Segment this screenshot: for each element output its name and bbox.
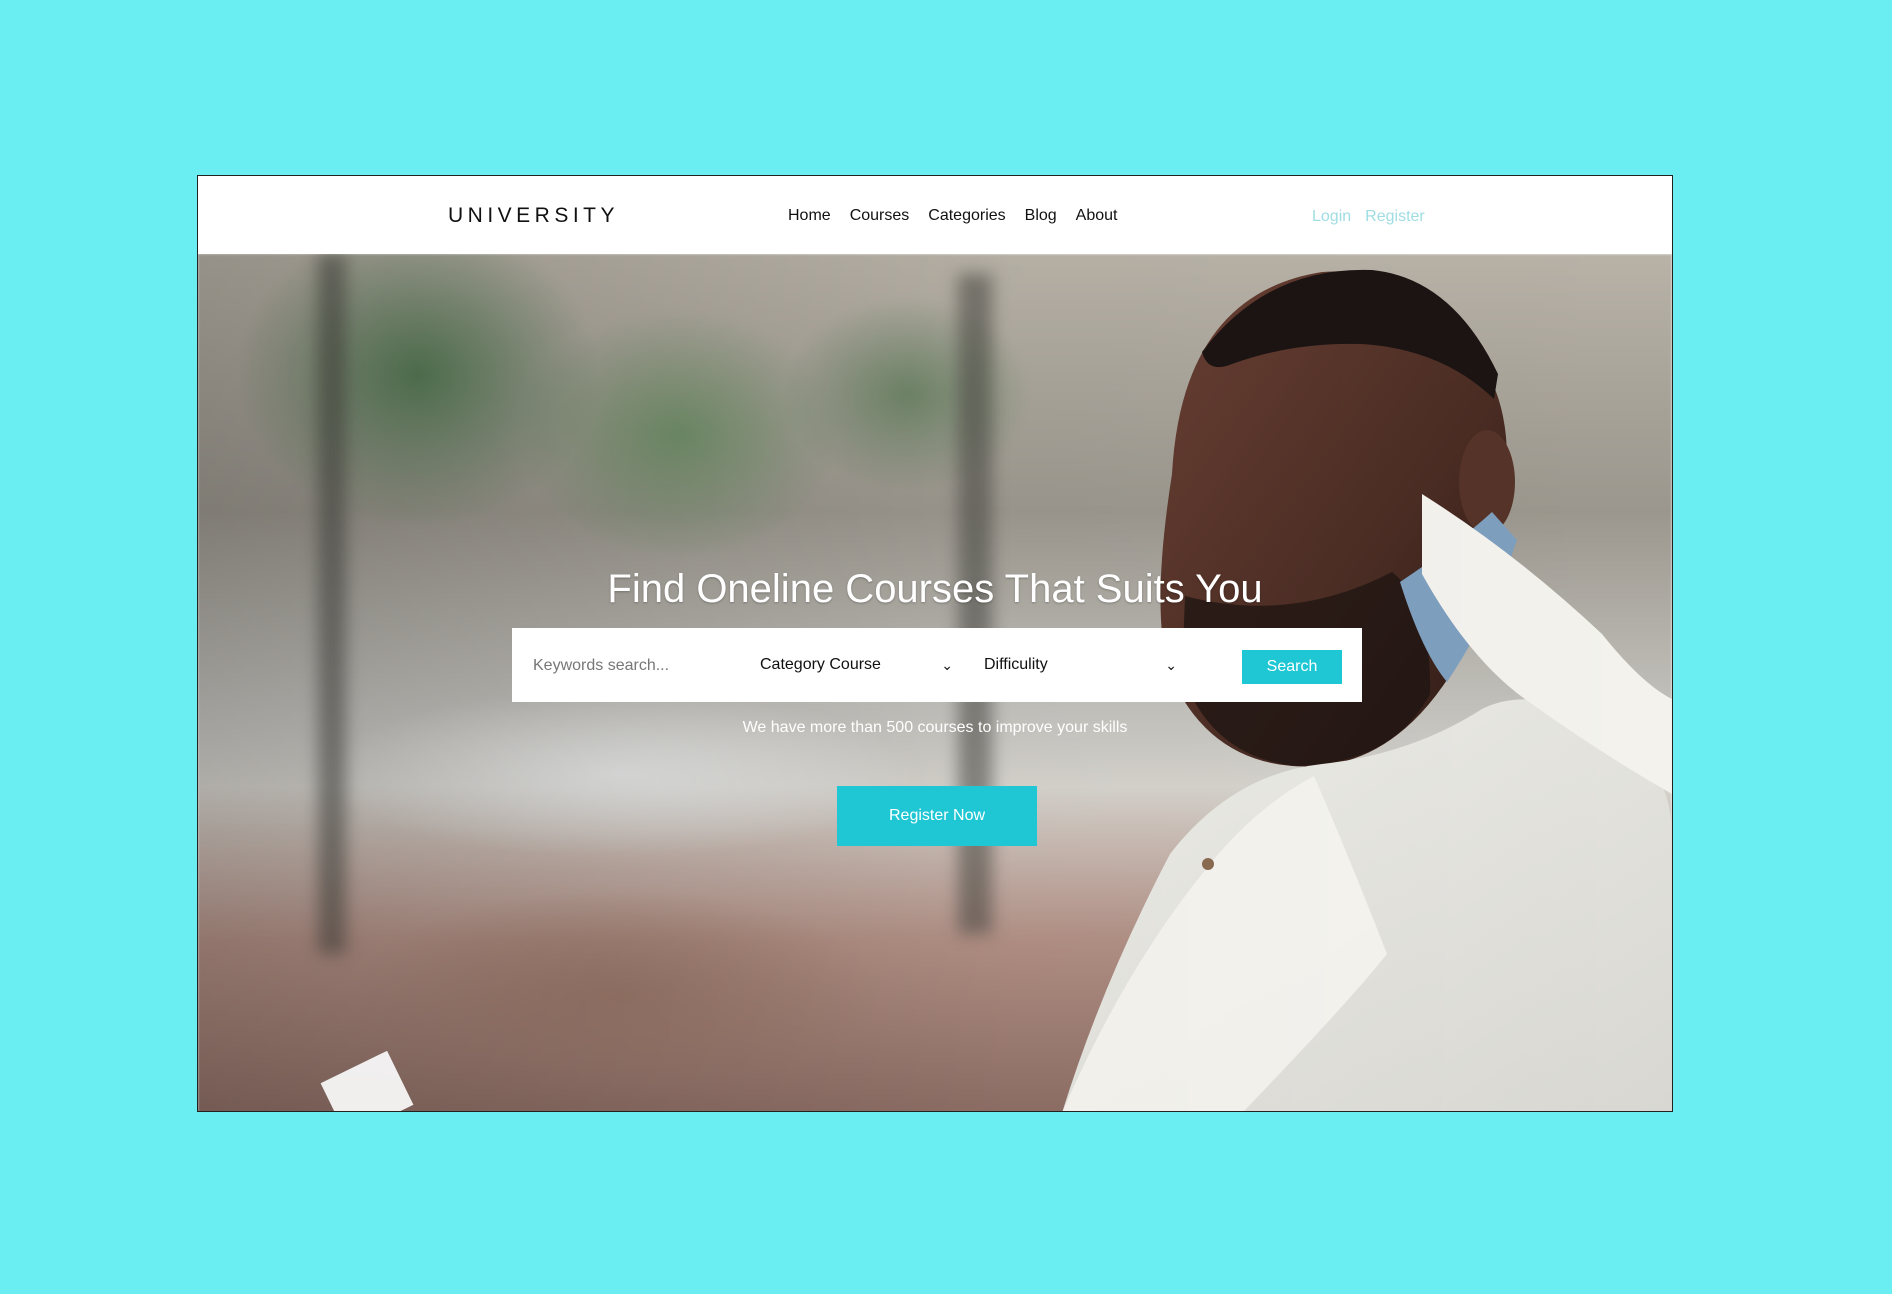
nav-courses[interactable]: Courses bbox=[850, 207, 910, 225]
nav-categories[interactable]: Categories bbox=[928, 207, 1005, 225]
category-select-value: Category Course bbox=[760, 656, 881, 673]
nav-about[interactable]: About bbox=[1076, 207, 1118, 225]
chevron-down-icon: ⌄ bbox=[941, 656, 953, 673]
course-search-bar: Category Course ⌄ Difficulity ⌄ Search bbox=[512, 628, 1362, 702]
login-link[interactable]: Login bbox=[1312, 208, 1351, 226]
hero-subtext: We have more than 500 courses to improve… bbox=[742, 719, 1128, 736]
site-logo[interactable]: UNIVERSITY bbox=[448, 204, 619, 228]
hero-section: Find Oneline Courses That Suits You Cate… bbox=[198, 254, 1672, 1111]
difficulty-select-value: Difficulity bbox=[984, 656, 1048, 673]
difficulty-select[interactable]: Difficulity ⌄ bbox=[984, 650, 1177, 680]
hero-headline: Find Oneline Courses That Suits You bbox=[607, 567, 1263, 611]
website-frame: UNIVERSITY Home Courses Categories Blog … bbox=[197, 175, 1673, 1112]
top-navigation-bar: UNIVERSITY Home Courses Categories Blog … bbox=[198, 176, 1672, 254]
auth-links: Login Register bbox=[1312, 208, 1425, 226]
search-button[interactable]: Search bbox=[1242, 650, 1342, 684]
nav-home[interactable]: Home bbox=[788, 207, 831, 225]
main-navigation: Home Courses Categories Blog About bbox=[788, 207, 1117, 225]
chevron-down-icon: ⌄ bbox=[1165, 656, 1177, 673]
category-course-select[interactable]: Category Course ⌄ bbox=[760, 650, 953, 680]
register-now-button[interactable]: Register Now bbox=[837, 786, 1037, 846]
register-link[interactable]: Register bbox=[1365, 208, 1425, 226]
keywords-search-input[interactable] bbox=[531, 648, 735, 684]
nav-blog[interactable]: Blog bbox=[1025, 207, 1057, 225]
